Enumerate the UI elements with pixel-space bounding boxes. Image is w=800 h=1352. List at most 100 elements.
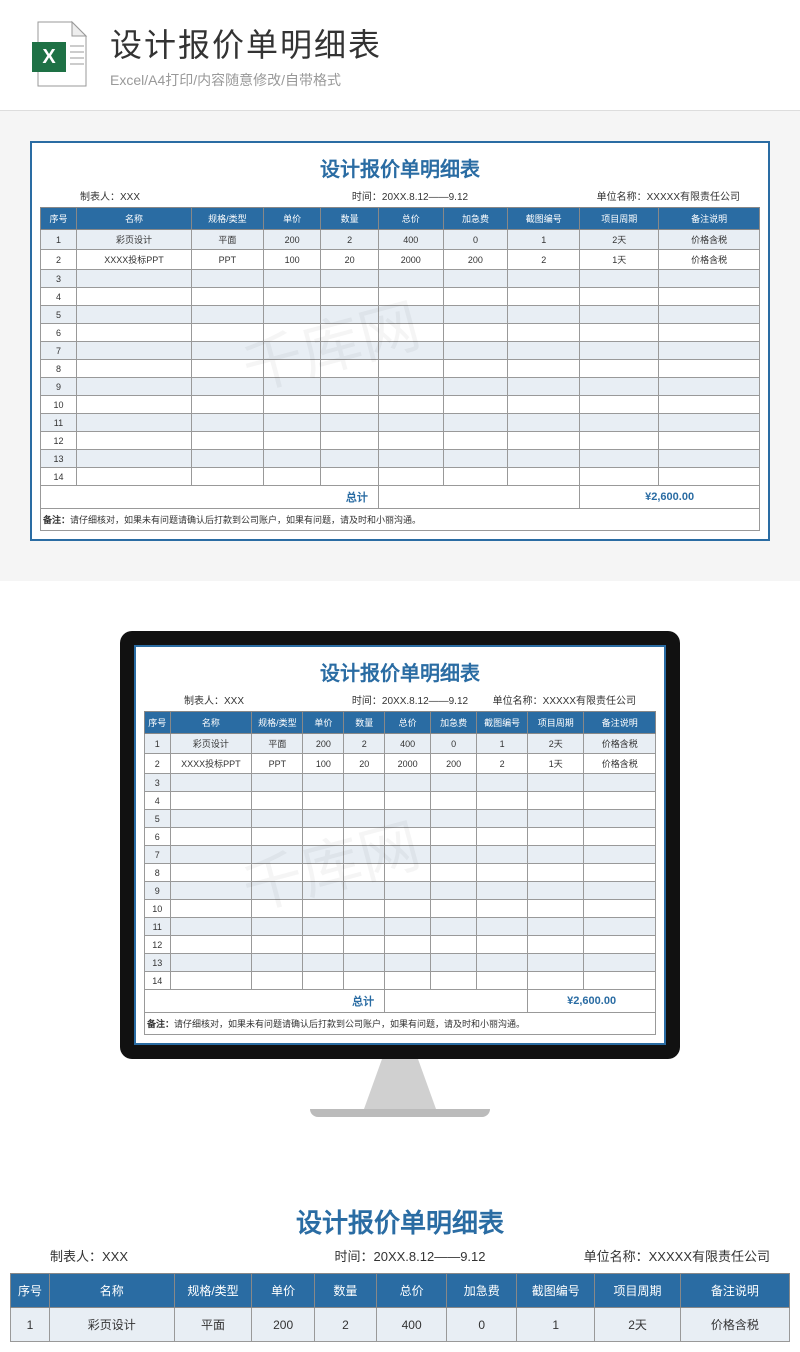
column-header: 截图编号 (508, 208, 580, 230)
meta-time: 时间：20XX.8.12——9.12 (335, 692, 486, 707)
cell-qty (321, 432, 379, 450)
cell-qty (344, 954, 385, 972)
cell-total (385, 900, 431, 918)
cell-name (170, 774, 252, 792)
cell-price (303, 936, 344, 954)
cell-price (263, 450, 321, 468)
cell-qty (344, 810, 385, 828)
column-header: 项目周期 (528, 712, 584, 734)
cell-qty: 20 (321, 250, 379, 270)
cell-name (76, 288, 191, 306)
cell-remark (584, 864, 656, 882)
cell-qty (321, 306, 379, 324)
cell-remark (584, 954, 656, 972)
cell-name (170, 792, 252, 810)
cell-period (528, 864, 584, 882)
cell-rush (431, 936, 477, 954)
cell-remark (584, 792, 656, 810)
cell-name (170, 936, 252, 954)
cell-price (303, 954, 344, 972)
table-row: 2XXXX投标PPTPPT10020200020021天价格含税 (41, 250, 760, 270)
cell-total: 2000 (378, 250, 443, 270)
total-label: 总计 (145, 990, 385, 1013)
cell-price (263, 324, 321, 342)
cell-price (263, 414, 321, 432)
total-value: ¥2,600.00 (528, 990, 656, 1013)
meta-author: 制表人：XXX (144, 692, 335, 707)
cell-name: XXXX投标PPT (170, 754, 252, 774)
cell-spec (252, 936, 303, 954)
page-subtitle: Excel/A4打印/内容随意修改/自带格式 (110, 70, 382, 90)
table-row: 13 (145, 954, 656, 972)
cell-imgno (477, 882, 528, 900)
column-header: 单价 (252, 1274, 314, 1308)
cell-price (263, 378, 321, 396)
table-row: 1彩页设计平面2002400012天价格含税 (11, 1308, 790, 1342)
cell-seq: 14 (145, 972, 171, 990)
column-header: 序号 (145, 712, 171, 734)
cell-remark (659, 468, 760, 486)
cell-price: 200 (252, 1308, 314, 1342)
cell-seq: 10 (41, 396, 77, 414)
cell-period (528, 828, 584, 846)
column-header: 序号 (41, 208, 77, 230)
cell-name (170, 918, 252, 936)
cell-rush (431, 900, 477, 918)
cell-seq: 7 (41, 342, 77, 360)
cell-total: 2000 (385, 754, 431, 774)
cell-remark: 价格含税 (680, 1308, 789, 1342)
cell-rush (431, 882, 477, 900)
monitor-screen: 设计报价单明细表制表人：XXX时间：20XX.8.12——9.12单位名称：XX… (120, 631, 680, 1059)
column-header: 截图编号 (517, 1274, 595, 1308)
cell-remark (659, 378, 760, 396)
column-header: 规格/类型 (174, 1274, 252, 1308)
cell-total (385, 954, 431, 972)
cell-price (303, 882, 344, 900)
cell-qty (321, 270, 379, 288)
cell-qty: 2 (321, 230, 379, 250)
cell-qty (344, 792, 385, 810)
cell-imgno: 1 (517, 1308, 595, 1342)
column-header: 名称 (49, 1274, 174, 1308)
cell-imgno (508, 414, 580, 432)
cell-price (303, 846, 344, 864)
cell-name (76, 360, 191, 378)
cell-imgno (508, 270, 580, 288)
page-title: 设计报价单明细表 (110, 20, 382, 66)
cell-remark (659, 306, 760, 324)
cell-qty (344, 846, 385, 864)
sheet-title: 设计报价单明细表 (40, 147, 760, 186)
cell-name (76, 414, 191, 432)
cell-total: 400 (385, 734, 431, 754)
column-header: 名称 (170, 712, 252, 734)
cell-name (170, 954, 252, 972)
cell-spec (191, 396, 263, 414)
excel-icon: X (30, 20, 90, 90)
cell-remark (584, 972, 656, 990)
cell-remark (584, 774, 656, 792)
cell-price (303, 864, 344, 882)
cell-qty (321, 360, 379, 378)
cell-price: 100 (263, 250, 321, 270)
cell-period (580, 306, 659, 324)
cell-period (580, 468, 659, 486)
cell-remark (584, 882, 656, 900)
bottom-section: 设计报价单明细表制表人：XXX时间：20XX.8.12——9.12单位名称：XX… (0, 1177, 800, 1352)
cell-remark: 价格含税 (584, 734, 656, 754)
cell-seq: 1 (41, 230, 77, 250)
cell-imgno (477, 846, 528, 864)
cell-seq: 2 (41, 250, 77, 270)
cell-rush (443, 468, 508, 486)
cell-rush (443, 306, 508, 324)
cell-period (580, 342, 659, 360)
meta-company: 单位名称：XXXXX有限责任公司 (530, 1246, 790, 1265)
cell-total (385, 864, 431, 882)
cell-name (170, 882, 252, 900)
preview-section: 设计报价单明细表制表人：XXX时间：20XX.8.12——9.12单位名称：XX… (0, 111, 800, 581)
quotation-sheet: 设计报价单明细表制表人：XXX时间：20XX.8.12——9.12单位名称：XX… (30, 141, 770, 541)
note-row: 备注：请仔细核对，如果未有问题请确认后打款到公司账户，如果有问题，请及时和小丽沟… (144, 1013, 656, 1035)
cell-remark (659, 342, 760, 360)
cell-rush (443, 342, 508, 360)
cell-remark: 价格含税 (659, 230, 760, 250)
cell-spec (252, 882, 303, 900)
